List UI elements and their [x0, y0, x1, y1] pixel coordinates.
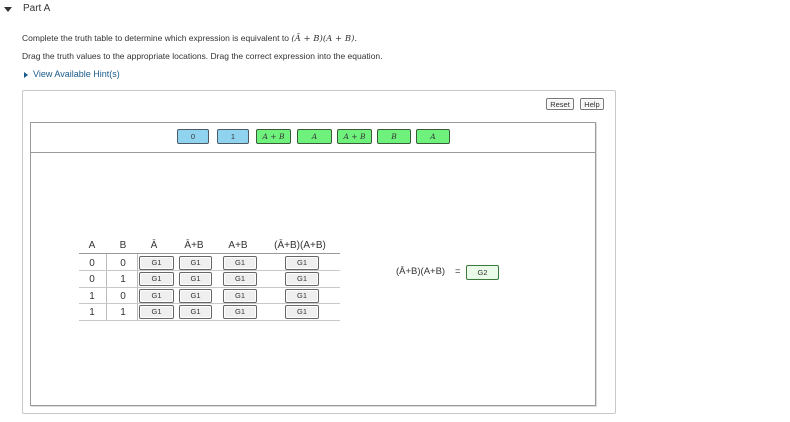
drop-slot-a-bar[interactable]: G1 [139, 272, 174, 286]
row-divider [79, 287, 340, 288]
drop-slot-a-bar[interactable]: G1 [139, 289, 174, 303]
drop-slot-product[interactable]: G1 [285, 272, 319, 286]
drop-slot-a-plus-b[interactable]: G1 [223, 289, 257, 303]
header-a-plus-b: A+B [228, 240, 248, 251]
drop-slot-a-bar-plus-b[interactable]: G1 [179, 289, 212, 303]
header-product: (Ā+B)(A+B) [274, 240, 326, 251]
equation-equals: = [455, 266, 461, 277]
row-divider [79, 320, 340, 321]
part-title: Part A [23, 3, 51, 14]
expand-hint-icon[interactable] [24, 72, 28, 78]
tray-divider [31, 152, 595, 153]
drop-slot-product[interactable]: G1 [285, 256, 319, 270]
drop-slot-a-bar[interactable]: G1 [139, 256, 174, 270]
collapse-part-icon[interactable] [4, 7, 12, 12]
cell-b: 1 [120, 274, 126, 285]
view-hints-link[interactable]: View Available Hint(s) [33, 69, 120, 79]
drag-chip-expr-b[interactable]: B [377, 129, 411, 144]
drop-slot-product[interactable]: G1 [285, 289, 319, 303]
drop-slot-a-plus-b[interactable]: G1 [223, 272, 257, 286]
help-button[interactable]: Help [580, 98, 604, 110]
drop-slot-a-bar-plus-b[interactable]: G1 [179, 272, 212, 286]
drop-slot-a-bar-plus-b[interactable]: G1 [179, 305, 212, 319]
cell-a: 1 [89, 307, 95, 318]
drag-chip-0[interactable]: 0 [177, 129, 209, 144]
instruction-expression: (Ā + B)(A + B). [291, 34, 358, 44]
header-a: A [88, 240, 96, 251]
cell-b: 1 [120, 307, 126, 318]
cell-a: 0 [89, 258, 95, 269]
drag-chip-1[interactable]: 1 [217, 129, 249, 144]
drop-slot-product[interactable]: G1 [285, 305, 319, 319]
drop-slot-a-bar-plus-b[interactable]: G1 [179, 256, 212, 270]
drag-chip-expr-a-bar[interactable]: A [416, 129, 450, 144]
row-divider [79, 303, 340, 304]
drop-slot-a-bar[interactable]: G1 [139, 305, 174, 319]
cell-b: 0 [120, 258, 126, 269]
instruction-line-2: Drag the truth values to the appropriate… [22, 51, 383, 61]
header-b: B [119, 240, 127, 251]
drop-slot-a-plus-b[interactable]: G1 [223, 256, 257, 270]
header-a-bar-plus-b: Ā+B [184, 240, 204, 251]
instruction-line-1: Complete the truth table to determine wh… [22, 33, 357, 44]
equation-lhs: (Ā+B)(A+B) [396, 266, 446, 277]
drag-chip-expr-a[interactable]: A [297, 129, 332, 144]
reset-button[interactable]: Reset [546, 98, 574, 110]
table-header-rule [79, 253, 340, 254]
drag-chip-expr-a-plus-b[interactable]: A + B [337, 129, 372, 144]
cell-a: 1 [89, 291, 95, 302]
row-divider [79, 270, 340, 271]
drag-chip-expr-a-bar-plus-b[interactable]: A + B [256, 129, 291, 144]
equation-drop-slot[interactable]: G2 [466, 265, 499, 280]
cell-b: 0 [120, 291, 126, 302]
header-a-bar: Ā [150, 240, 158, 251]
drop-slot-a-plus-b[interactable]: G1 [223, 305, 257, 319]
instruction-text: Complete the truth table to determine wh… [22, 33, 289, 43]
cell-a: 0 [89, 274, 95, 285]
